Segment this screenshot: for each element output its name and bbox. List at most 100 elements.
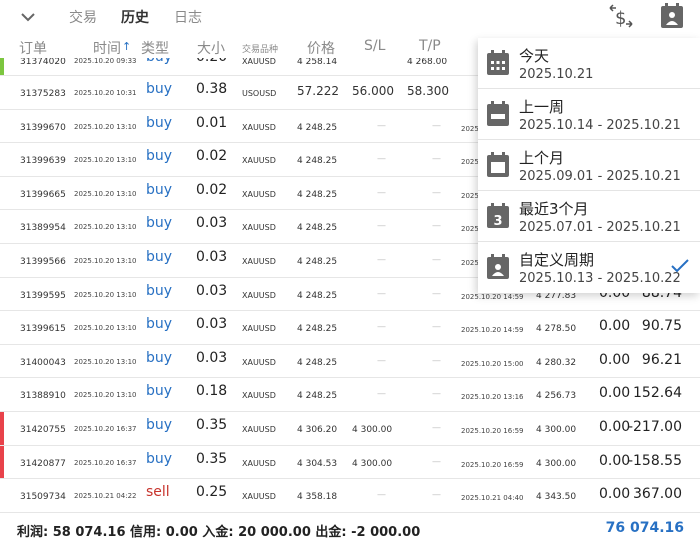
open-time: 2025.10.20 13:10 xyxy=(74,357,137,366)
top-bar: 交易 历史 日志 $ xyxy=(0,0,700,34)
order-symbol: XAUUSD xyxy=(242,324,276,334)
tab-journal[interactable]: 日志 xyxy=(174,7,202,27)
period-label: 上一周 xyxy=(519,98,565,116)
order-symbol: XAUUSD xyxy=(242,357,276,367)
open-time: 2025.10.20 13:10 xyxy=(74,391,137,400)
order-volume: 0.03 xyxy=(196,249,228,265)
open-time: 2025.10.20 13:10 xyxy=(74,324,137,333)
order-type: buy xyxy=(146,58,172,65)
order-type: buy xyxy=(146,181,173,198)
col-sl[interactable]: S/L xyxy=(364,38,385,54)
take-profit: — xyxy=(432,490,441,501)
period-label: 最近3个月 xyxy=(519,200,589,218)
close-price: 4 300.00 xyxy=(536,425,577,435)
order-volume: 0.35 xyxy=(196,450,228,467)
stop-loss: — xyxy=(377,322,386,333)
order-id: 31399595 xyxy=(20,290,66,301)
order-type: buy xyxy=(146,417,173,433)
open-price: 4 248.25 xyxy=(297,357,338,368)
col-order[interactable]: 订单 xyxy=(19,38,47,58)
currency-exchange-icon[interactable]: $ xyxy=(606,2,636,30)
period-option[interactable]: 上个月 2025.09.01 - 2025.10.21 xyxy=(478,140,700,191)
tab-trade[interactable]: 交易 xyxy=(69,7,97,27)
open-time: 2025.10.20 10:31 xyxy=(74,89,137,97)
order-volume: 0.03 xyxy=(196,282,228,299)
swap-value: 0.00 xyxy=(599,419,631,435)
calendar-custom-icon[interactable] xyxy=(657,2,687,30)
period-range: 2025.10.13 - 2025.10.22 xyxy=(519,271,681,286)
swap-value: 0.00 xyxy=(599,452,631,469)
order-type: buy xyxy=(146,316,173,333)
stop-loss: — xyxy=(377,187,386,198)
order-type: buy xyxy=(146,215,173,232)
status-bar xyxy=(0,412,4,445)
period-option[interactable]: 上一周 2025.10.14 - 2025.10.21 xyxy=(478,89,700,140)
order-id: 31375283 xyxy=(20,89,66,99)
stop-loss: — xyxy=(377,154,386,165)
table-row[interactable]: 31399615 2025.10.20 13:10 buy 0.03 XAUUSD 4 2… xyxy=(0,310,700,344)
table-row[interactable]: 31388910 2025.10.20 13:10 buy 0.18 XAUUSD 4 2… xyxy=(0,377,700,411)
take-profit: — xyxy=(432,187,441,198)
take-profit: — xyxy=(432,288,441,299)
order-id: 31509734 xyxy=(20,492,66,503)
table-row[interactable]: 31420755 2025.10.20 16:37 buy 0.35 XAUUSD 4 3… xyxy=(0,411,700,445)
order-symbol: XAUUSD xyxy=(242,425,276,434)
close-time: 2025.10.20 13:16 xyxy=(461,393,524,402)
order-symbol: USOUSD xyxy=(242,89,277,98)
col-price[interactable]: 价格 xyxy=(307,38,335,58)
table-row[interactable]: 31420877 2025.10.20 16:37 buy 0.35 XAUUSD 4 3… xyxy=(0,444,700,479)
period-option[interactable]: 3 最近3个月 2025.07.01 - 2025.10.21 xyxy=(478,191,700,242)
open-time: 2025.10.20 13:10 xyxy=(74,189,137,198)
sort-arrow-icon[interactable]: ↑ xyxy=(122,40,131,53)
balance-total: 76 074.16 xyxy=(605,520,684,536)
stop-loss: — xyxy=(377,221,386,232)
order-type: buy xyxy=(146,450,173,467)
period-option[interactable]: 今天 2025.10.21 xyxy=(478,38,700,89)
order-volume: 0.35 xyxy=(196,417,228,433)
order-volume: 0.18 xyxy=(196,383,228,400)
period-option[interactable]: 自定义周期 2025.10.13 - 2025.10.22 xyxy=(478,242,700,293)
order-symbol: XAUUSD xyxy=(242,257,276,266)
open-time: 2025.10.20 16:37 xyxy=(74,458,137,467)
close-price: 4 343.50 xyxy=(536,492,577,503)
col-volume[interactable]: 大小 xyxy=(197,38,225,58)
chevron-down-icon[interactable] xyxy=(18,7,38,27)
table-row[interactable]: 31509734 2025.10.21 04:22 sell 0.25 XAUUSD 4 … xyxy=(0,478,700,512)
close-price: 4 278.50 xyxy=(536,324,577,335)
order-id: 31399615 xyxy=(20,324,66,335)
svg-text:3: 3 xyxy=(494,214,503,229)
table-row[interactable]: 31400043 2025.10.20 13:10 buy 0.03 XAUUSD 4 2… xyxy=(0,343,700,378)
order-symbol: XAUUSD xyxy=(242,290,276,300)
col-symbol[interactable]: 交易品种 xyxy=(242,42,278,55)
period-dropdown: 今天 2025.10.21 上一周 2025.10.14 - 2025.10.21 上个… xyxy=(478,38,700,293)
status-bar xyxy=(0,58,4,75)
open-price: 4 304.53 xyxy=(297,458,338,469)
order-type: buy xyxy=(146,114,173,131)
open-time: 2025.10.20 13:10 xyxy=(74,156,137,165)
order-id: 31420755 xyxy=(20,425,66,435)
order-id: 31374020 xyxy=(20,58,66,67)
col-time[interactable]: 时间 xyxy=(93,38,121,58)
stop-loss: — xyxy=(377,389,386,400)
order-id: 31389954 xyxy=(20,223,66,234)
stop-loss: 4 300.00 xyxy=(352,458,393,469)
order-type: buy xyxy=(146,282,173,299)
profit-value: -217.00 xyxy=(627,419,682,435)
order-symbol: XAUUSD xyxy=(242,223,276,233)
open-price: 57.222 xyxy=(297,84,339,98)
take-profit: 4 268.00 xyxy=(407,58,448,67)
open-price: 4 248.25 xyxy=(297,122,338,133)
swap-value: 0.00 xyxy=(599,318,631,335)
tab-history[interactable]: 历史 xyxy=(121,7,149,27)
order-volume: 0.20 xyxy=(196,58,227,65)
col-type[interactable]: 类型 xyxy=(141,38,169,58)
period-range: 2025.09.01 - 2025.10.21 xyxy=(519,169,681,184)
stop-loss: — xyxy=(377,288,386,299)
open-price: 4 248.25 xyxy=(297,290,338,301)
open-price: 4 306.20 xyxy=(297,425,338,435)
order-type: buy xyxy=(146,81,173,97)
period-range: 2025.10.21 xyxy=(519,67,594,82)
calendar-custom-icon xyxy=(486,254,510,280)
col-tp[interactable]: T/P xyxy=(419,38,441,54)
take-profit: — xyxy=(432,255,441,265)
